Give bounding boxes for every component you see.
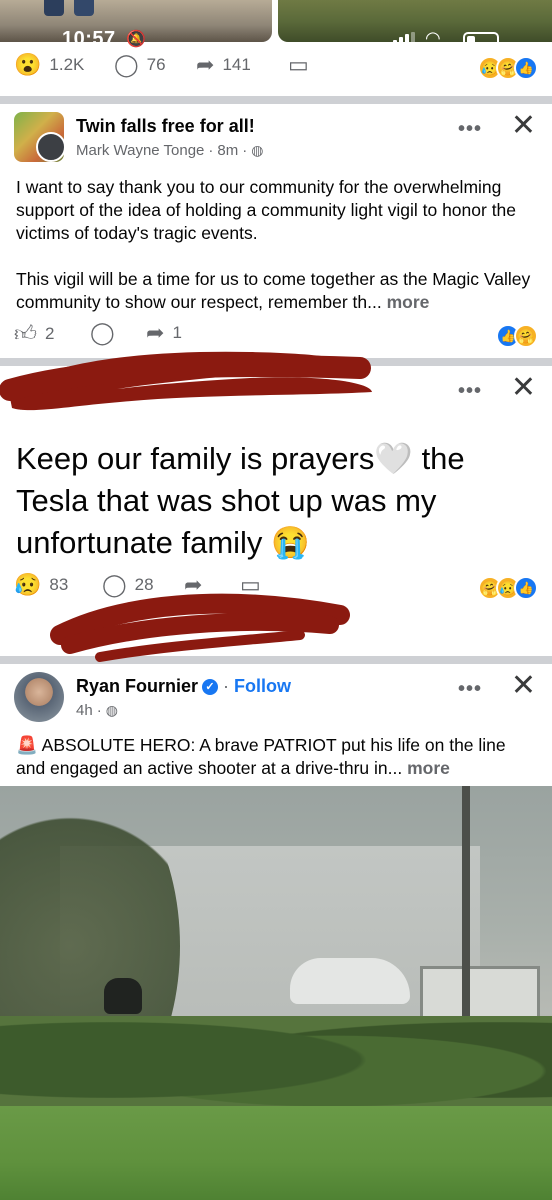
post3-paragraph: 🚨 ABSOLUTE HERO: A brave PATRIOT put his… [16,734,536,780]
comment-count: 28 [134,575,154,594]
author-avatar[interactable] [14,672,64,722]
post3-body: 🚨 ABSOLUTE HERO: A brave PATRIOT put his… [16,734,536,780]
comment-button[interactable]: ◯ 28 [102,572,154,598]
previous-post-actions: 😮 1.2K ◯ 76 ➦ 141 ▭ 😥 🤗 👍 [0,52,552,96]
photo-person [104,978,142,1014]
post1-body: I want to say thank you to our community… [16,176,536,314]
reaction-summary[interactable]: 😮 1.2K [14,52,84,78]
post-time[interactable]: 8m [217,142,238,159]
meta-separator: · [223,676,235,696]
reaction-icons[interactable]: 👍 🤗 [496,324,538,348]
comment-icon: ◯ [114,52,139,77]
verified-icon: ✓ [202,678,219,695]
close-icon[interactable]: ✕ [511,108,536,143]
share-count: 141 [222,55,251,74]
post3-header: Ryan Fournier ✓ · Follow 4h · ◍ ••• ✕ [0,669,552,736]
save-icon: ▭ [288,52,309,77]
feed-screen: 10:57 🔕 ◠ 😮 1.2K ◯ 76 ➦ 141 ▭ 😥 🤗 👍 Twin… [0,0,552,1200]
photo-car [290,958,410,1004]
close-icon[interactable]: ✕ [511,370,536,405]
close-icon[interactable]: ✕ [511,668,536,703]
reaction-icons[interactable]: 😥 🤗 👍 [478,56,538,80]
signal-icon [393,32,415,46]
post-time[interactable]: 4h [76,702,93,719]
save-icon: ▭ [240,572,261,597]
comment-icon: ◯ [90,320,115,345]
post2-actions: 😥 83 ◯ 28 ➦ ▭ 🤗 😥 👍 [0,572,552,616]
comment-button[interactable]: ◯ 76 [114,52,166,78]
reaction-count: 2 [45,323,55,343]
like-icon: 👍︎ [14,321,37,346]
share-icon: ➦ [184,572,203,597]
reaction-count: 1.2K [49,55,85,74]
post-divider [0,358,552,366]
post2-text: Keep our family is prayers🤍 the Tesla th… [16,441,465,560]
reaction-icons[interactable]: 🤗 😥 👍 [478,576,538,600]
like-button[interactable]: 👍︎ 2 [14,320,54,347]
comment-icon: ◯ [102,572,127,597]
share-icon: ➦ [196,52,215,77]
like-reaction-icon: 👍 [514,56,538,80]
share-button[interactable]: ➦ [184,572,202,598]
group-name[interactable]: Twin falls free for all! [76,116,255,137]
reaction-summary[interactable]: 😥 83 [14,572,68,598]
post1-paragraph2-text: This vigil will be a time for us to come… [16,269,531,312]
wow-icon: 😮 [14,52,42,77]
post3-video-thumbnail[interactable] [0,786,552,1200]
status-time: 10:57 [62,28,116,50]
photo-lawn [0,1106,552,1200]
share-button[interactable]: ➦ 141 [196,52,251,78]
follow-button[interactable]: Follow [234,676,291,696]
meta-separator: · [242,142,248,159]
comment-button[interactable]: ◯ [90,320,115,346]
post1-paragraph: I want to say thank you to our community… [16,177,517,243]
post-divider [0,656,552,664]
globe-icon: ◍ [251,142,264,158]
post-meta: 4h · ◍ [76,702,118,719]
save-button[interactable]: ▭ [240,572,261,598]
globe-icon: ◍ [105,702,118,718]
author-name[interactable]: Ryan Fournier [76,676,198,696]
meta-separator: · [96,702,102,719]
post1-header: Twin falls free for all! Mark Wayne Tong… [0,109,552,176]
save-button[interactable]: ▭ [288,52,309,78]
more-icon[interactable]: ••• [458,380,482,403]
author-line: Ryan Fournier ✓ · Follow [76,676,291,697]
care-reaction-icon: 🤗 [514,324,538,348]
post-divider [0,96,552,104]
more-icon[interactable]: ••• [458,118,482,141]
share-count: 1 [172,323,182,342]
more-icon[interactable]: ••• [458,678,482,701]
post2-header: ••• ✕ [0,371,552,438]
post-meta: Mark Wayne Tonge · 8m · ◍ [76,142,263,159]
comment-count: 76 [146,55,166,74]
share-button[interactable]: ➦ 1 [146,320,182,346]
meta-separator: · [208,142,214,159]
mute-icon: 🔕 [126,31,146,48]
battery-icon [463,32,499,48]
see-more-link[interactable]: more [407,758,450,778]
like-reaction-icon: 👍 [514,576,538,600]
author-name[interactable]: Mark Wayne Tonge [76,142,204,159]
wifi-icon: ◠ [425,28,441,48]
status-bar: 10:57 🔕 ◠ [0,26,552,52]
see-more-link[interactable]: more [387,292,430,312]
sad-icon: 😥 [14,572,42,597]
share-icon: ➦ [146,320,165,345]
author-avatar[interactable] [36,132,66,162]
reaction-count: 83 [49,575,69,594]
post1-paragraph-truncated: This vigil will be a time for us to come… [16,268,536,314]
